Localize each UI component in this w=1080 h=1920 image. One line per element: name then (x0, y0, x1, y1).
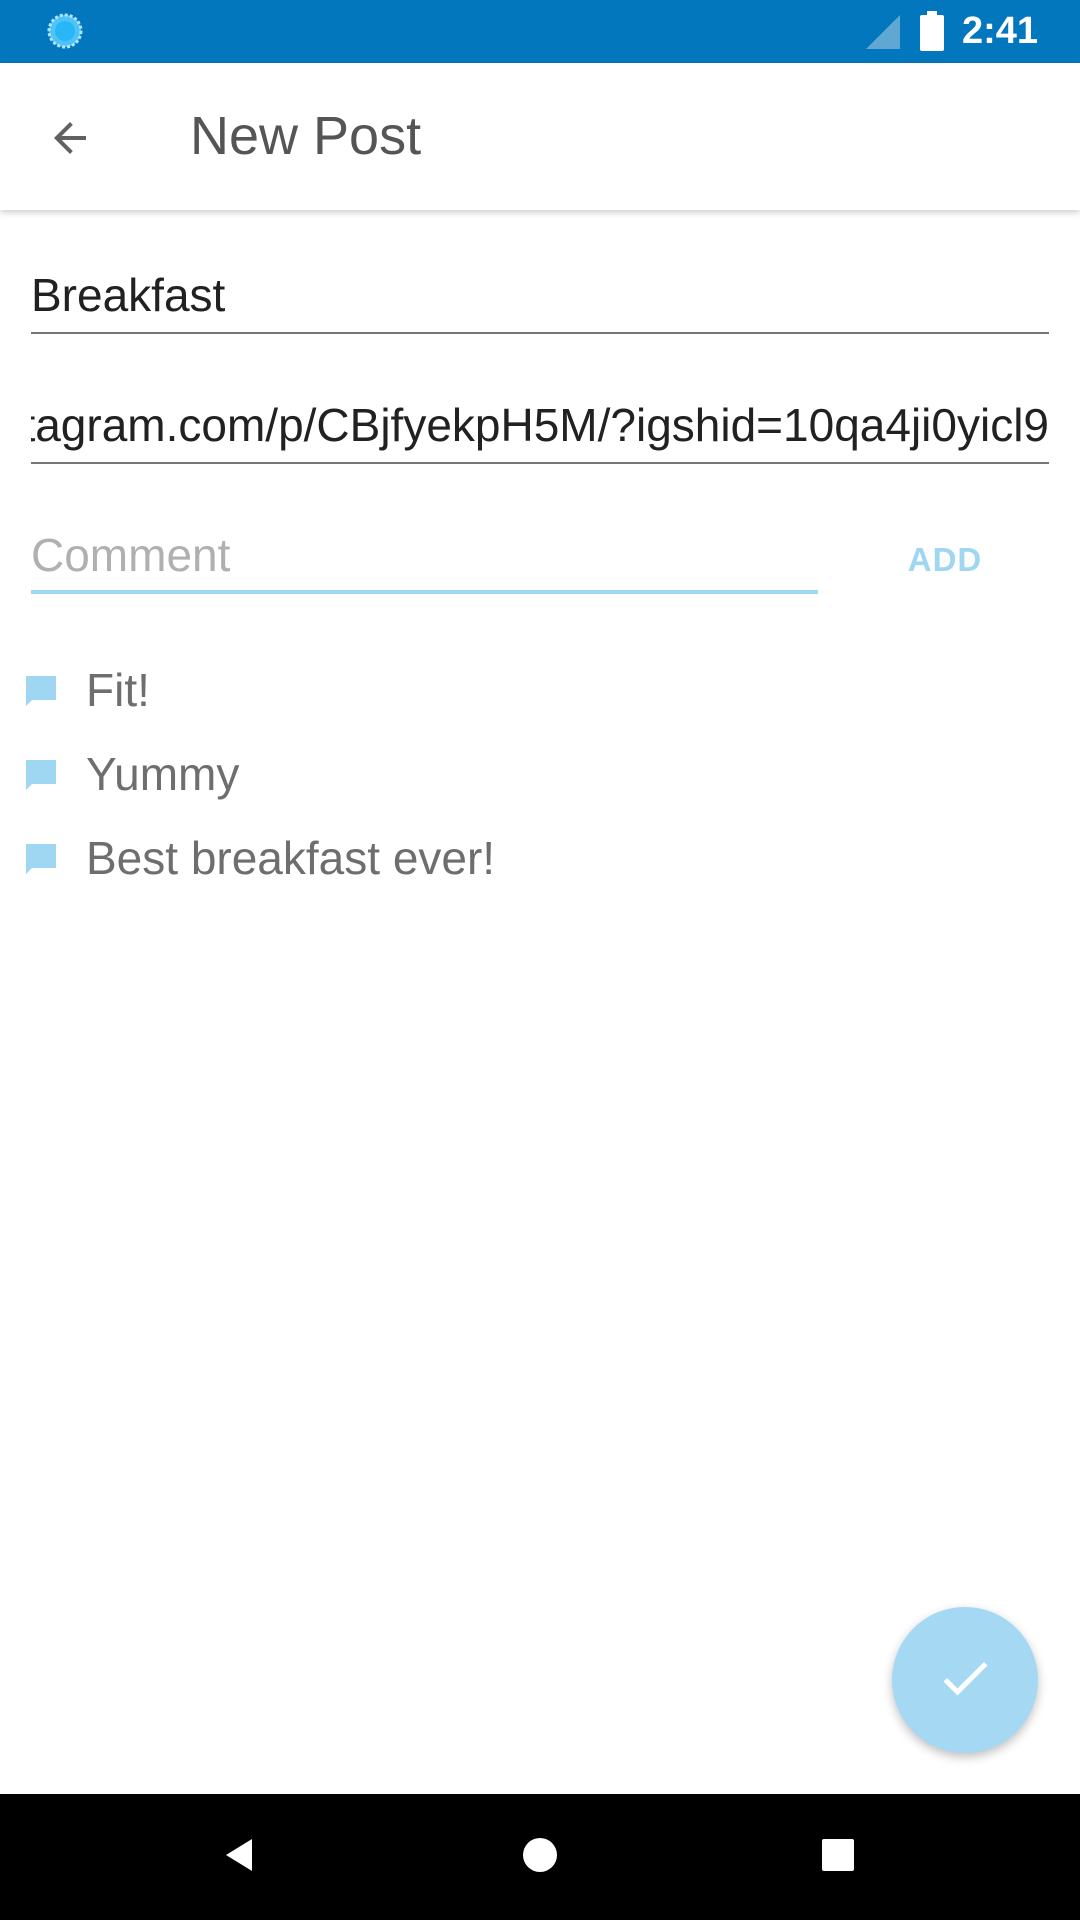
save-fab-button[interactable] (892, 1607, 1038, 1753)
sync-icon (46, 12, 84, 50)
comment-icon (24, 842, 58, 876)
list-item[interactable]: Yummy (0, 734, 1080, 814)
screen: 2:41 New Post https://www.instagram.com/… (0, 0, 1080, 1920)
nav-recents-icon (818, 1835, 858, 1880)
nav-home-icon (520, 1835, 560, 1880)
nav-back-button[interactable] (200, 1817, 280, 1897)
list-item[interactable]: Best breakfast ever! (0, 818, 1080, 898)
back-button[interactable] (30, 100, 110, 180)
comment-field[interactable] (31, 520, 818, 594)
url-field[interactable]: https://www.instagram.com/p/CBjfyekpH5M/… (31, 390, 1049, 464)
comment-icon (24, 674, 58, 708)
comment-icon (24, 758, 58, 792)
comment-input[interactable] (31, 520, 818, 590)
comment-text: Best breakfast ever! (86, 832, 496, 884)
add-comment-button[interactable]: ADD (880, 525, 1010, 595)
check-icon (935, 1648, 995, 1713)
comment-text: Yummy (86, 748, 240, 800)
nav-back-icon (220, 1835, 260, 1880)
nav-home-button[interactable] (500, 1817, 580, 1897)
app-bar: New Post (0, 63, 1080, 210)
list-item[interactable]: Fit! (0, 650, 1080, 730)
cell-signal-icon (862, 13, 900, 51)
title-input[interactable] (31, 260, 1049, 330)
page-title: New Post (190, 106, 422, 166)
status-bar: 2:41 (0, 0, 1080, 63)
nav-recents-button[interactable] (798, 1817, 878, 1897)
url-input[interactable]: https://www.instagram.com/p/CBjfyekpH5M/… (31, 390, 1049, 460)
title-field[interactable] (31, 260, 1049, 334)
status-time: 2:41 (962, 10, 1039, 52)
comment-text: Fit! (86, 664, 150, 716)
arrow-back-icon (46, 114, 94, 167)
navigation-bar (0, 1794, 1080, 1920)
battery-icon (920, 11, 944, 51)
